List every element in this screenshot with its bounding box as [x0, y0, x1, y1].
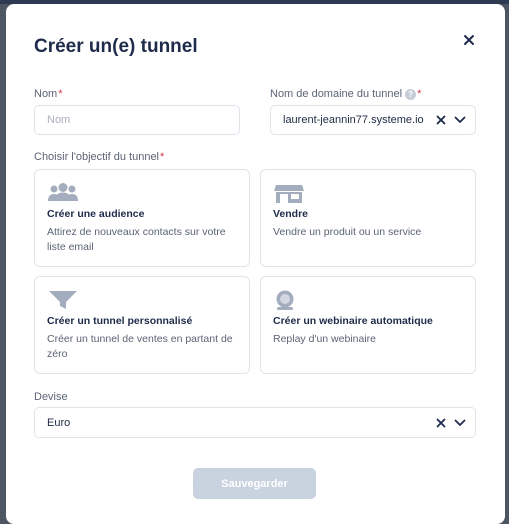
chevron-down-icon[interactable]	[454, 116, 466, 124]
domain-select-value: laurent-jeannin77.systeme.io	[283, 114, 424, 126]
currency-select[interactable]: Euro	[34, 407, 476, 438]
name-input[interactable]	[34, 105, 240, 135]
goal-option-custom-funnel[interactable]: Créer un tunnel personnalisé Créer un tu…	[34, 276, 250, 374]
chevron-down-icon[interactable]	[454, 419, 466, 427]
save-button[interactable]: Sauvegarder	[193, 468, 316, 499]
goal-label-text: Choisir l'objectif du tunnel	[34, 151, 160, 163]
funnel-icon	[49, 291, 77, 309]
create-funnel-modal: Créer un(e) tunnel Nom* Nom de domaine d…	[6, 4, 505, 524]
currency-label: Devise	[34, 391, 68, 403]
store-icon	[274, 185, 304, 203]
domain-label-text: Nom de domaine du tunnel	[270, 88, 403, 100]
required-marker: *	[160, 151, 165, 163]
goal-option-title: Vendre	[273, 208, 309, 220]
clear-icon[interactable]	[436, 115, 446, 125]
name-label-text: Nom	[34, 88, 58, 100]
clear-icon[interactable]	[436, 418, 446, 428]
audience-icon	[48, 183, 78, 201]
webinar-icon	[276, 290, 294, 310]
goal-option-title: Créer un webinaire automatique	[273, 315, 433, 327]
goal-option-title: Créer un tunnel personnalisé	[47, 315, 193, 327]
goal-option-description: Vendre un produit ou un service	[273, 226, 422, 238]
goal-option-webinar[interactable]: Créer un webinaire automatique Replay d'…	[260, 276, 476, 374]
help-icon[interactable]: ?	[405, 88, 417, 100]
goal-option-title: Créer une audience	[47, 208, 145, 220]
required-marker: *	[417, 88, 422, 100]
goal-option-description: Créer un tunnel de ventes en partant de …	[47, 333, 233, 360]
goal-option-sell[interactable]: Vendre Vendre un produit ou un service	[260, 169, 476, 267]
name-label: Nom*	[34, 88, 63, 100]
close-icon[interactable]	[461, 32, 477, 48]
goal-option-audience[interactable]: Créer une audience Attirez de nouveaux c…	[34, 169, 250, 267]
goal-option-description: Attirez de nouveaux contacts sur votre l…	[47, 226, 226, 253]
goal-label: Choisir l'objectif du tunnel*	[34, 151, 164, 163]
domain-select[interactable]: laurent-jeannin77.systeme.io	[270, 105, 476, 135]
currency-select-value: Euro	[47, 416, 71, 429]
required-marker: *	[58, 88, 63, 100]
domain-label: Nom de domaine du tunnel? *	[270, 88, 421, 100]
modal-title: Créer un(e) tunnel	[34, 36, 198, 57]
goal-option-description: Replay d'un webinaire	[273, 333, 376, 345]
